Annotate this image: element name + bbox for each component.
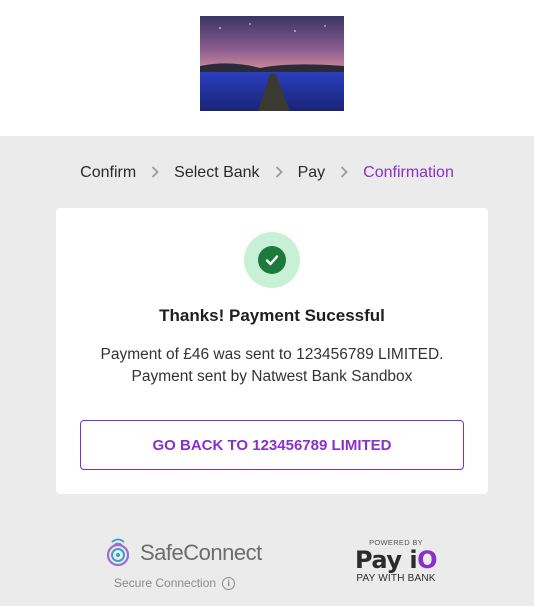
success-check-icon bbox=[244, 232, 300, 288]
chevron-right-icon bbox=[136, 165, 174, 181]
safeconnect-badge: SafeConnect Secure Connection i bbox=[104, 536, 264, 596]
merchant-header bbox=[0, 0, 534, 136]
payment-amount-line: Payment of £46 was sent to 123456789 LIM… bbox=[100, 346, 444, 363]
chevron-right-icon bbox=[260, 165, 298, 181]
go-back-to-merchant-button[interactable]: GO BACK TO 123456789 LIMITED bbox=[80, 420, 464, 470]
secure-connection-text: Secure Connection bbox=[114, 576, 217, 590]
payment-success-title: Thanks! Payment Sucessful bbox=[159, 306, 385, 325]
payment-bank-line: Payment sent by Natwest Bank Sandbox bbox=[131, 368, 413, 385]
breadcrumb-step-pay: Pay bbox=[297, 164, 326, 181]
merchant-banner-image bbox=[200, 16, 344, 111]
payio-badge: POWERED BY Pay iO PAY WITH BANK bbox=[346, 538, 446, 594]
payment-success-card: Thanks! Payment Sucessful Payment of £46… bbox=[56, 208, 488, 494]
payio-logo: Pay iO bbox=[354, 546, 438, 574]
checkout-breadcrumb: Confirm Select Bank Pay Confirmation bbox=[0, 158, 534, 188]
info-icon[interactable]: i bbox=[222, 576, 236, 590]
breadcrumb-step-confirmation: Confirmation bbox=[363, 164, 454, 181]
chevron-right-icon bbox=[325, 165, 363, 181]
pay-with-bank-label: PAY WITH BANK bbox=[356, 573, 436, 584]
breadcrumb-step-select-bank: Select Bank bbox=[174, 164, 260, 181]
safeconnect-logo: SafeConnect bbox=[104, 536, 264, 572]
secure-connection-label: Secure Connection i bbox=[114, 576, 236, 590]
payment-details-message: Payment of £46 was sent to 123456789 LIM… bbox=[56, 344, 488, 388]
breadcrumb-step-confirm: Confirm bbox=[80, 164, 137, 181]
safeconnect-name: SafeConnect bbox=[140, 540, 262, 565]
